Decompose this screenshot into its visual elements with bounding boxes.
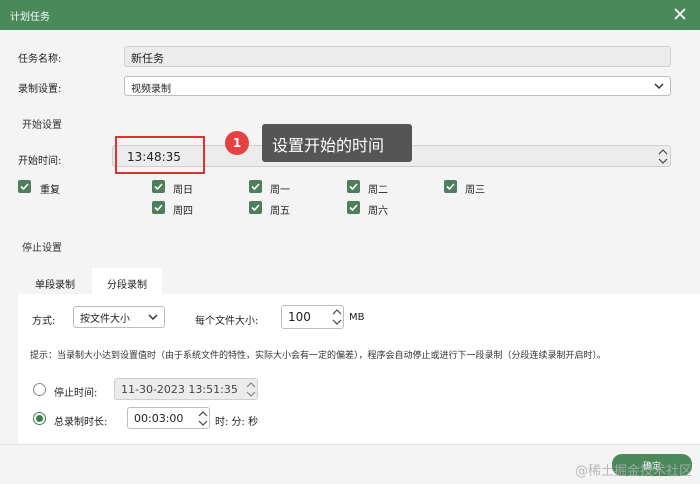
hint-text: 提示：当录制大小达到设置值时（由于系统文件的特性，实际大小会有一定的偏差），程序… — [30, 351, 607, 361]
tab-single-segment[interactable]: 单段录制 — [18, 268, 92, 294]
watermark: @稀土掘金技术社区 — [574, 464, 692, 479]
day-label-wed: 周三 — [465, 185, 485, 196]
stop-time-label: 停止时间: — [54, 388, 98, 399]
stop-time-value: 11-30-2023 13:51:35 — [121, 383, 238, 396]
day-checkbox-thu[interactable] — [152, 201, 165, 214]
spinner-up-icon[interactable] — [198, 410, 208, 418]
start-time-label: 开始时间: — [18, 156, 62, 167]
spinner-up-icon[interactable] — [246, 381, 256, 389]
spinner-up-icon[interactable] — [332, 308, 342, 316]
size-value: 100 — [288, 310, 311, 324]
size-label: 每个文件大小: — [195, 316, 259, 327]
mode-select[interactable]: 按文件大小 — [73, 306, 165, 328]
chevron-down-icon — [654, 82, 664, 90]
stop-time-radio[interactable] — [33, 383, 46, 396]
day-checkbox-sun[interactable] — [152, 180, 165, 193]
day-checkbox-sat[interactable] — [347, 201, 360, 214]
duration-input[interactable]: 00:03:00 — [127, 407, 210, 429]
spinner-down-icon[interactable] — [198, 419, 208, 427]
tab-multi-segment-label: 分段录制 — [107, 280, 147, 291]
title-bar: 计划任务 — [0, 0, 700, 30]
tab-single-segment-label: 单段录制 — [35, 280, 75, 291]
task-name-input[interactable]: 新任务 — [124, 46, 671, 67]
window-title: 计划任务 — [10, 12, 50, 23]
task-name-label: 任务名称: — [18, 54, 62, 65]
task-name-value: 新任务 — [131, 52, 164, 65]
start-section-title: 开始设置 — [22, 120, 62, 131]
day-label-sun: 周日 — [173, 185, 193, 196]
day-label-thu: 周四 — [173, 206, 193, 217]
tab-multi-segment[interactable]: 分段录制 — [92, 268, 162, 294]
mode-label: 方式: — [32, 316, 56, 327]
day-label-fri: 周五 — [270, 206, 290, 217]
stop-section-title: 停止设置 — [22, 243, 62, 254]
stop-time-input[interactable]: 11-30-2023 13:51:35 — [114, 378, 258, 400]
spinner-down-icon[interactable] — [658, 157, 668, 165]
repeat-checkbox[interactable] — [18, 180, 31, 193]
duration-radio[interactable] — [33, 412, 46, 425]
duration-unit: 时: 分: 秒 — [215, 417, 259, 428]
annotation-step-badge: 1 — [225, 131, 249, 155]
annotation-highlight-box — [115, 136, 205, 174]
day-checkbox-mon[interactable] — [249, 180, 262, 193]
close-icon[interactable] — [672, 6, 688, 22]
size-input[interactable]: 100 — [281, 305, 344, 329]
duration-value: 00:03:00 — [134, 412, 184, 425]
day-checkbox-fri[interactable] — [249, 201, 262, 214]
chevron-down-icon — [148, 313, 158, 321]
record-setting-value: 视频录制 — [131, 84, 171, 95]
record-setting-select[interactable]: 视频录制 — [124, 76, 671, 96]
day-label-tue: 周二 — [368, 185, 388, 196]
duration-label: 总录制时长: — [54, 417, 108, 428]
spinner-up-icon[interactable] — [658, 148, 668, 156]
day-label-mon: 周一 — [270, 185, 290, 196]
day-checkbox-wed[interactable] — [444, 180, 457, 193]
annotation-tooltip: 设置开始的时间 — [262, 124, 412, 162]
record-setting-label: 录制设置: — [18, 84, 62, 95]
spinner-down-icon[interactable] — [332, 318, 342, 326]
repeat-label: 重复 — [40, 185, 60, 196]
mode-value: 按文件大小 — [80, 314, 130, 325]
day-label-sat: 周六 — [368, 206, 388, 217]
size-unit: MB — [349, 312, 365, 323]
day-checkbox-tue[interactable] — [347, 180, 360, 193]
spinner-down-icon[interactable] — [246, 390, 256, 398]
